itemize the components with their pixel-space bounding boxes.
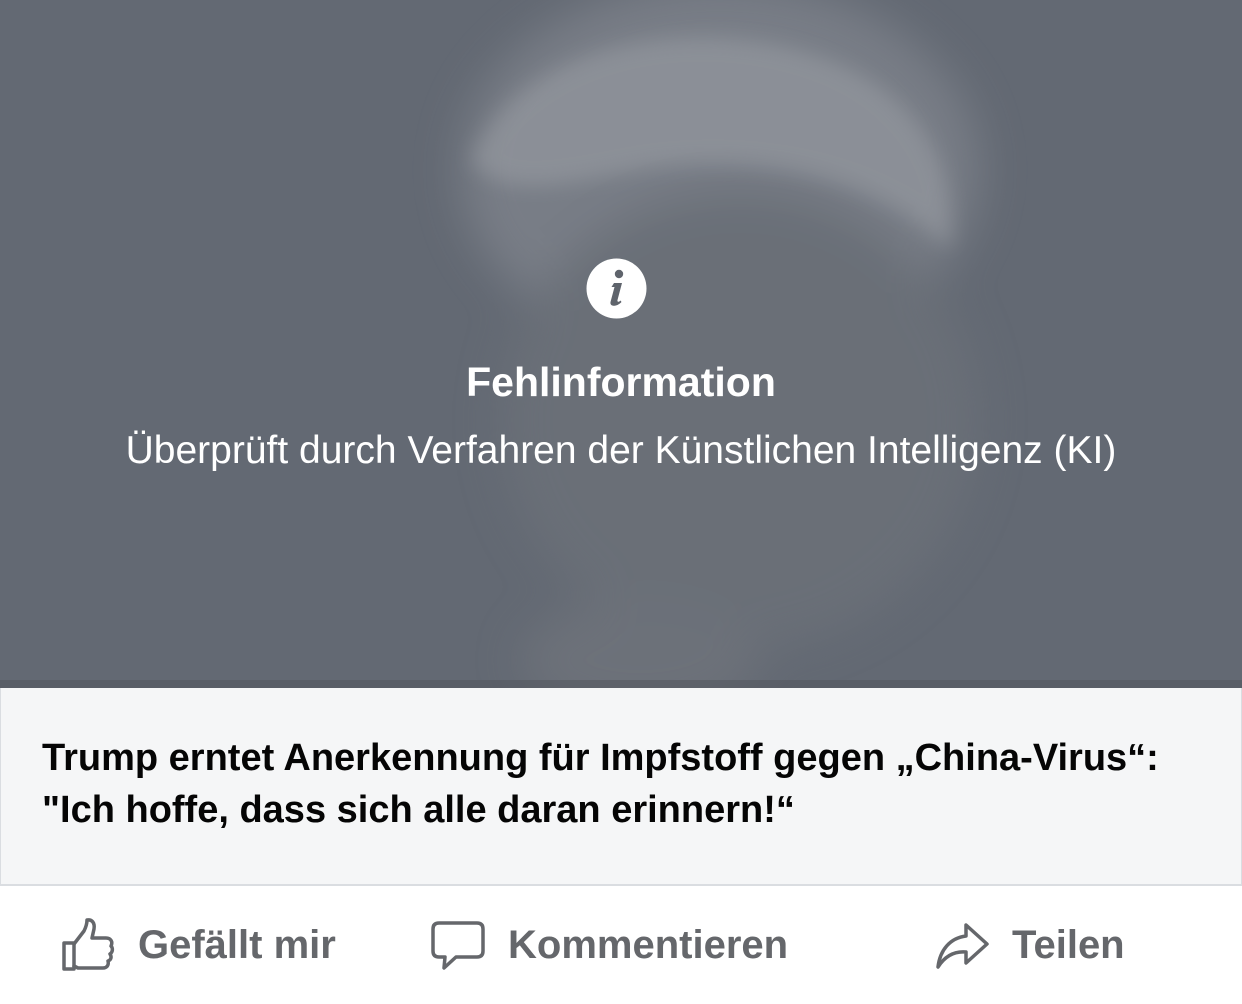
share-button[interactable]: Teilen [934,886,1125,1004]
comment-button[interactable]: Kommentieren [430,886,788,1004]
info-icon [586,258,647,319]
link-headline[interactable]: Trump erntet Anerkennung für Impfstoff g… [42,732,1222,836]
comment-icon [430,917,486,973]
blurred-media[interactable]: Fehlinformation Überprüft durch Verfahre… [0,0,1242,688]
feed-post: Fehlinformation Überprüft durch Verfahre… [0,0,1242,1004]
thumbs-up-icon [60,917,116,973]
like-label: Gefällt mir [138,922,336,967]
comment-label: Kommentieren [508,922,789,967]
overlay-title: Fehlinformation [466,359,776,405]
misinformation-overlay: Fehlinformation Überprüft durch Verfahre… [0,0,1242,688]
like-button[interactable]: Gefällt mir [60,886,336,1004]
share-icon [934,917,990,973]
action-bar: Gefällt mir Kommentieren Teilen [0,886,1242,1004]
link-preview-card[interactable]: Trump erntet Anerkennung für Impfstoff g… [0,688,1242,886]
share-label: Teilen [1012,922,1125,967]
overlay-subtitle: Überprüft durch Verfahren der Künstliche… [125,429,1117,472]
